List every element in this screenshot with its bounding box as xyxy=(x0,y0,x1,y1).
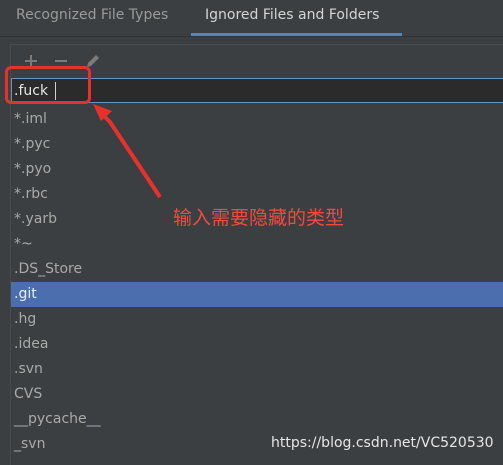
annotation-highlight-box xyxy=(5,66,91,104)
list-item[interactable]: *.pyc xyxy=(11,132,503,157)
tab-recognized-file-types[interactable]: Recognized File Types xyxy=(0,0,191,36)
list-item[interactable]: .DS_Store xyxy=(11,257,503,282)
list-item[interactable]: .svn xyxy=(11,357,503,382)
list-item[interactable]: CVS xyxy=(11,382,503,407)
list-item[interactable]: __pycache__ xyxy=(11,407,503,432)
list-item[interactable]: *.iml xyxy=(11,107,503,132)
annotation-text: 输入需要隐藏的类型 xyxy=(173,207,345,229)
list-item[interactable]: .idea xyxy=(11,332,503,357)
tab-ignored-files-and-folders[interactable]: Ignored Files and Folders xyxy=(191,0,402,36)
list-item[interactable]: .hg xyxy=(11,307,503,332)
list-item[interactable]: *.pyo xyxy=(11,157,503,182)
list-item[interactable]: .git xyxy=(11,282,503,307)
watermark: https://blog.csdn.net/VC520530 xyxy=(271,435,494,451)
ignored-patterns-list: *.iml *.pyc *.pyo *.rbc *.yarb *~ .DS_Store .gi… xyxy=(11,107,503,457)
tab-bar: Recognized File Types Ignored Files and … xyxy=(0,0,503,37)
list-item[interactable]: *~ xyxy=(11,232,503,257)
ignored-patterns-panel: *.iml*.pyc*.pyo*.rbc*.yarb*~.DS_Store.gi… xyxy=(10,44,503,465)
